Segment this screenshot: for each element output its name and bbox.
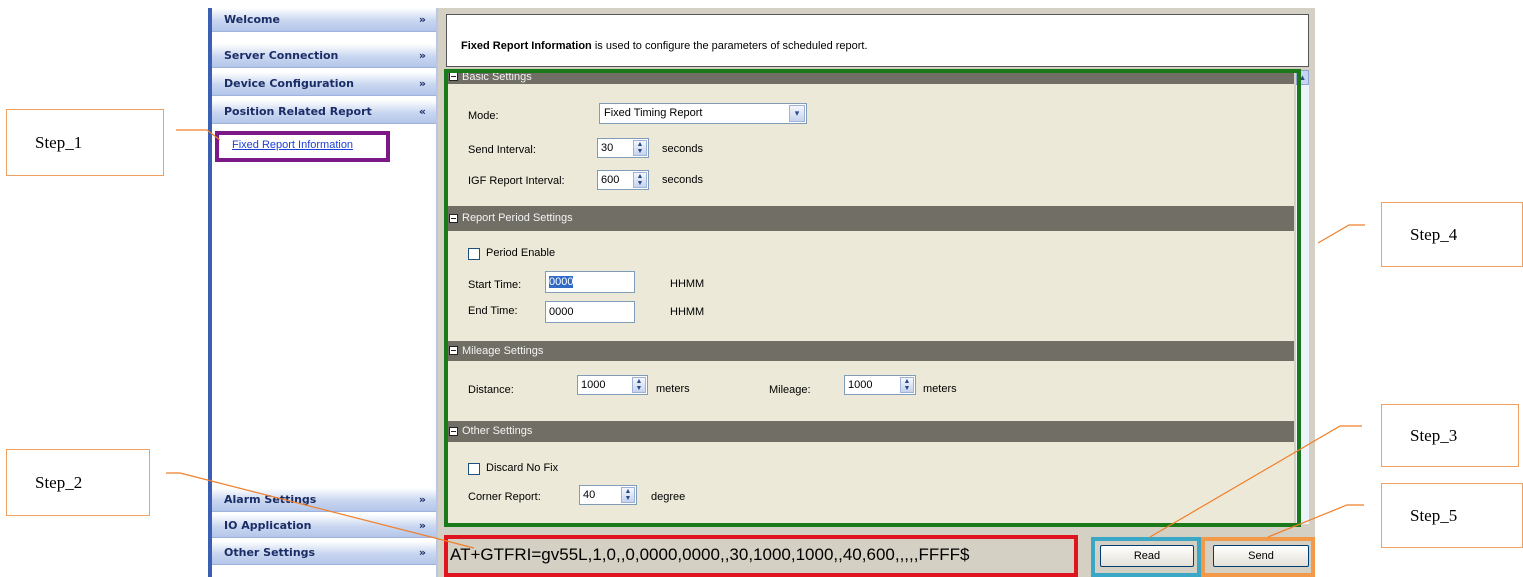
step4-connector [1317,224,1365,244]
step3-connector [1149,425,1362,538]
step1-connector [176,129,221,141]
step2-connector [166,472,475,549]
connector-lines [166,129,1365,549]
step5-connector [1267,504,1364,538]
